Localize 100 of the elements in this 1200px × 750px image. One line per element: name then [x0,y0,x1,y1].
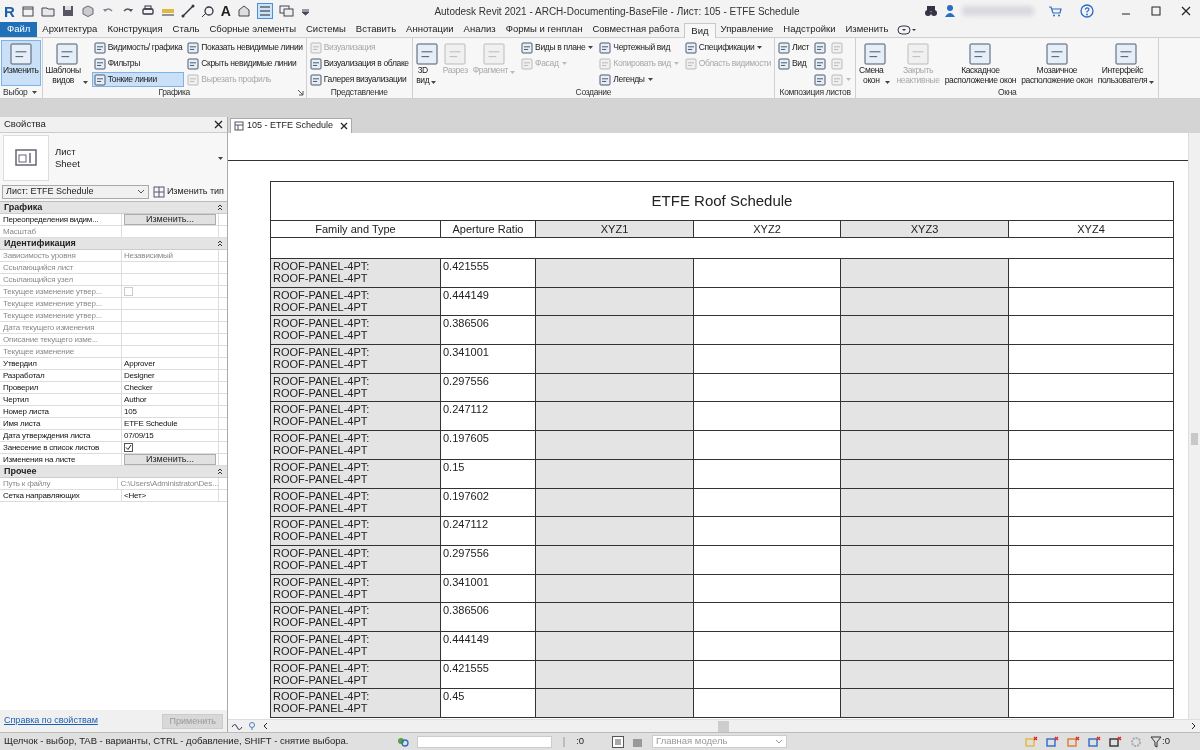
ribbon-tab[interactable]: Совместная работа [587,22,685,37]
edit-button[interactable]: Изменить... [124,214,216,225]
filter-count: :0 [1162,734,1170,749]
ribbon-tab[interactable]: Вставить [350,22,402,37]
ribbon-button[interactable]: Видимость/ графика [91,40,185,55]
scroll-right-icon[interactable] [1191,722,1197,730]
document-tab[interactable]: 105 - ETFE Schedule [230,118,353,133]
view-icon [483,43,506,65]
table-cell: 0.444149 [441,287,536,317]
ribbon-tab[interactable]: Изменить [840,22,894,37]
ribbon-tab[interactable]: Конструкция [102,22,168,37]
view-icon [831,73,844,86]
binoculars-icon[interactable] [924,5,938,17]
ribbon-minimize-icon[interactable] [897,24,918,36]
ribbon-tab[interactable]: Сборные элементы [204,22,301,37]
ribbon-button[interactable]: Тонкие линии [91,72,185,87]
ribbon-tab[interactable]: Сталь [167,22,205,37]
ribbon-button[interactable]: Виды в плане [519,40,597,55]
help-link[interactable]: Справка по свойствам [4,714,98,728]
edit-type-button[interactable]: Изменить тип [151,185,225,199]
link-select-icon[interactable] [1025,735,1039,748]
face-select-icon[interactable] [1088,735,1102,748]
ribbon-tab[interactable]: Управление [715,22,779,37]
dimension-icon[interactable] [180,4,195,18]
ribbon-tab[interactable]: Вид [684,23,716,38]
user-icon[interactable] [944,4,956,18]
worksets-icon[interactable] [397,735,410,748]
checkbox[interactable] [124,443,133,452]
ribbon-tab[interactable]: Системы [301,22,351,37]
pinned-select-icon[interactable] [1067,735,1081,748]
blurred-username [962,6,1034,16]
instance-dropdown[interactable]: Лист: ETFE Schedule [2,185,149,199]
view-icon [831,57,844,70]
house-icon[interactable] [236,4,251,18]
type-selector[interactable]: Лист Sheet [0,133,227,183]
view-icon [969,43,992,65]
ribbon-button[interactable]: Каскадное расположение окон [942,40,1019,86]
ribbon-button[interactable]: Показать невидимые линии [185,40,305,55]
ribbon-button[interactable]: Интерфейс пользователя [1095,40,1158,86]
close-icon[interactable] [1180,5,1192,17]
ribbon-button[interactable]: Фильтры [91,56,185,71]
table-cell: ROOF-PANEL-4PT: ROOF-PANEL-4PT [271,603,441,632]
ribbon-button[interactable]: Изменить [1,40,41,86]
ribbon-button[interactable]: Шаблоны видов [43,40,91,86]
ribbon-button[interactable]: Галерея визуализации [307,72,411,87]
app-logo[interactable]: R [4,3,15,19]
table-cell: 0.386506 [441,603,536,632]
collapse-icon[interactable] [217,468,223,475]
property-value: <Нет> [124,489,146,502]
ribbon-button[interactable]: 3D вид [413,40,440,86]
drag-select-icon[interactable] [1109,735,1123,748]
ribbon-icon-button[interactable] [812,40,829,55]
windows-icon[interactable] [278,4,295,18]
column-header: XYZ1 [536,221,694,238]
cube-icon[interactable] [80,4,95,18]
collapse-icon[interactable] [217,240,223,247]
ribbon-icon-button[interactable] [812,72,829,87]
ribbon-tab[interactable]: Файл [0,22,38,37]
thin-lines-icon[interactable] [256,3,273,19]
ribbon-button[interactable]: Скрыть невидимые линии [185,56,305,71]
view-icon [599,41,612,54]
ribbon-button[interactable]: Вид [776,56,812,71]
ribbon-tab[interactable]: Надстройки [778,22,841,37]
ribbon-tab[interactable]: Формы и генплан [500,22,588,37]
ribbon-button[interactable]: Лист [776,40,812,55]
vertical-scrollbar[interactable] [1188,133,1200,719]
help-icon[interactable] [1080,4,1094,18]
collapse-icon[interactable] [217,204,223,211]
close-icon[interactable] [340,122,349,130]
ribbon-button[interactable]: Визуализация в облаке [307,56,411,71]
scrollbar-thumb[interactable] [718,720,729,732]
ribbon-icon-button[interactable] [812,56,829,71]
scrollbar-thumb[interactable] [1191,433,1198,445]
underlay-select-icon[interactable] [1046,735,1060,748]
customize-icon[interactable] [300,6,310,16]
caret-icon [884,80,892,85]
group-header: Идентификация [4,236,76,250]
launcher-icon[interactable] [296,89,304,96]
maximize-icon[interactable] [1150,5,1162,17]
ribbon-tab[interactable]: Архитектура [37,22,103,37]
ribbon-button[interactable]: Спецификации [682,40,773,55]
ribbon-button[interactable]: Чертежный вид [597,40,682,55]
ribbon-button[interactable]: Смена окон [857,40,894,86]
close-icon[interactable] [214,120,223,129]
table-cell: ROOF-PANEL-4PT: ROOF-PANEL-4PT [271,660,441,690]
folder-icon[interactable] [40,4,55,18]
ribbon-tab[interactable]: Анализ [458,22,501,37]
scroll-left-icon[interactable] [262,722,268,730]
edit-button[interactable]: Изменить... [124,454,216,465]
ribbon-button[interactable]: Легенды [597,72,682,87]
save-icon[interactable] [60,4,75,18]
cart-icon[interactable] [1048,5,1062,17]
print-icon[interactable] [140,4,155,18]
property-value: 105 [124,405,137,418]
ribbon-button[interactable]: Мозаичное расположение окон [1019,40,1095,86]
filter-icon[interactable] [1150,735,1163,748]
column-header: Family and Type [271,221,441,238]
table-cell: 0.247112 [441,517,536,546]
ribbon-tab[interactable]: Аннотации [401,22,459,37]
text-tool-button[interactable]: A [220,4,231,18]
